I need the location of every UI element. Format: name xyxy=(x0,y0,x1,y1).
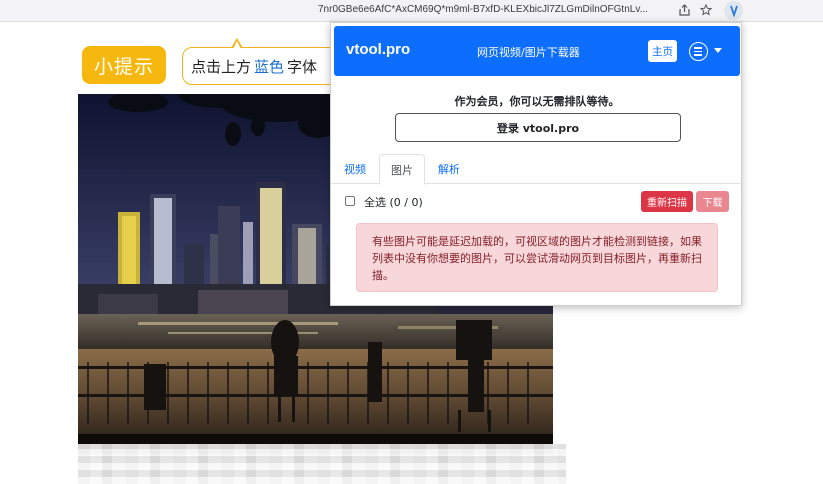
hint-bubble: 点击上方 蓝色 字体 xyxy=(182,47,342,85)
list-circle-icon[interactable] xyxy=(689,42,708,61)
hint-badge: 小提示 xyxy=(82,46,166,84)
star-icon[interactable] xyxy=(698,2,714,18)
hint-text-after: 字体 xyxy=(287,57,318,76)
hint-text-blue: 蓝色 xyxy=(254,57,285,76)
brand-title[interactable]: vtool.pro xyxy=(346,41,410,58)
popup-subtitle: 网页视频/图片下载器 xyxy=(477,46,580,59)
tab-bar: 视频 图片 解析 xyxy=(331,154,743,185)
image-toolbar: 全选 (0 / 0) 重新扫描 下载 xyxy=(345,191,735,213)
hint-text-before: 点击上方 xyxy=(191,57,252,76)
url-text[interactable]: 7nr0GBe6e6AfC*AxCM69Q*m9ml-B7xfD-KLEXbic… xyxy=(318,4,648,15)
popup-header: vtool.pro 网页视频/图片下载器 主页 xyxy=(334,26,740,76)
lazy-load-alert: 有些图片可能是延迟加载的，可视区域的图片才能检测到链接，如果列表中没有你想要的图… xyxy=(356,223,718,292)
select-all-checkbox[interactable] xyxy=(345,196,355,206)
tab-video[interactable]: 视频 xyxy=(337,154,373,184)
tab-images[interactable]: 图片 xyxy=(379,154,425,185)
rescan-button[interactable]: 重新扫描 xyxy=(641,191,693,212)
photo-caption-blur-overlay xyxy=(78,444,566,484)
screen: 7nr0GBe6e6AfC*AxCM69Q*m9ml-B7xfD-KLEXbic… xyxy=(0,0,823,484)
share-icon[interactable] xyxy=(676,2,692,18)
bubble-tail-inner xyxy=(233,41,241,49)
browser-url-bar: 7nr0GBe6e6AfC*AxCM69Q*m9ml-B7xfD-KLEXbic… xyxy=(0,0,823,22)
home-button[interactable]: 主页 xyxy=(648,40,677,62)
select-all-label[interactable]: 全选 (0 / 0) xyxy=(364,194,423,210)
download-button[interactable]: 下载 xyxy=(696,191,729,212)
caret-down-icon[interactable] xyxy=(714,48,722,53)
vtool-popup: vtool.pro 网页视频/图片下载器 主页 作为会员，你可以无需排队等待。 … xyxy=(330,22,743,306)
tab-parse[interactable]: 解析 xyxy=(431,154,467,184)
login-button[interactable]: 登录 vtool.pro xyxy=(395,113,681,142)
member-notice: 作为会员，你可以无需排队等待。 xyxy=(454,95,620,108)
vtool-extension-icon[interactable] xyxy=(724,1,743,20)
